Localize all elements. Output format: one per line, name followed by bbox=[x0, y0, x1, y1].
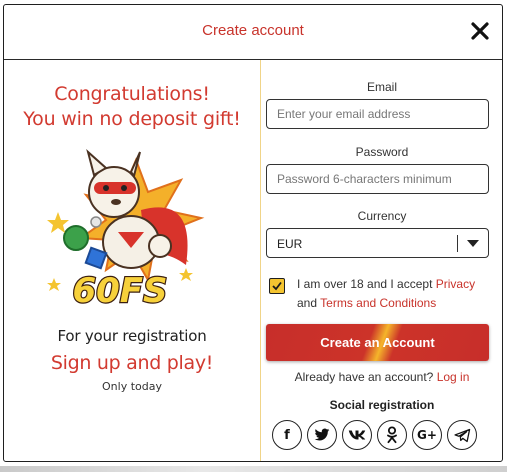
vk-icon bbox=[348, 430, 366, 440]
create-account-modal: Create account Congratulations! You win … bbox=[3, 4, 503, 462]
telegram-icon bbox=[453, 428, 470, 442]
mascot-illustration: 60FS bbox=[47, 149, 205, 310]
promo-subtitle: For your registration bbox=[57, 327, 207, 345]
promo-panel: Congratulations! You win no deposit gift… bbox=[4, 60, 260, 460]
promo-cta: Sign up and play! bbox=[50, 352, 214, 374]
chevron-down-icon bbox=[467, 240, 479, 247]
google-plus-button[interactable]: G+ bbox=[412, 420, 442, 450]
facebook-icon: f bbox=[284, 427, 290, 443]
vk-button[interactable] bbox=[342, 420, 372, 450]
close-button[interactable] bbox=[470, 21, 490, 41]
promo-title-line2: You win no deposit gift! bbox=[23, 108, 241, 130]
terms-prefix: I am over 18 and I accept bbox=[297, 277, 433, 291]
password-label: Password bbox=[355, 145, 409, 159]
twitter-icon bbox=[314, 428, 330, 441]
facebook-button[interactable]: f bbox=[272, 420, 302, 450]
promo-title-line1: Congratulations! bbox=[54, 83, 210, 105]
terms-text: I am over 18 and I accept Privacy and Te… bbox=[297, 275, 497, 313]
login-prompt: Already have an account? Log in bbox=[262, 370, 502, 384]
currency-value: EUR bbox=[277, 237, 303, 251]
login-prompt-text: Already have an account? bbox=[294, 370, 434, 384]
password-field[interactable] bbox=[267, 165, 488, 193]
email-field[interactable] bbox=[267, 100, 488, 128]
create-account-button[interactable]: Create an Account bbox=[266, 324, 489, 361]
vertical-divider bbox=[260, 60, 261, 461]
email-label: Email bbox=[366, 80, 397, 94]
currency-select[interactable]: EUR bbox=[266, 228, 489, 258]
checkmark-icon bbox=[272, 281, 282, 291]
telegram-button[interactable] bbox=[447, 420, 477, 450]
close-icon bbox=[471, 22, 489, 40]
email-field-wrapper bbox=[266, 99, 489, 129]
badge-60fs: 60FS bbox=[72, 271, 167, 310]
google-plus-icon: G+ bbox=[417, 428, 437, 442]
page-background-strip bbox=[0, 466, 507, 472]
odnoklassniki-button[interactable] bbox=[377, 420, 407, 450]
modal-title: Create account bbox=[202, 22, 304, 39]
modal-header: Create account bbox=[4, 5, 502, 60]
promo-title: Congratulations! You win no deposit gift… bbox=[4, 82, 260, 132]
privacy-link[interactable]: Privacy bbox=[436, 277, 475, 291]
registration-form: Email Password Currency EUR I am over 18… bbox=[262, 60, 502, 461]
social-buttons: f G+ bbox=[272, 420, 477, 452]
terms-checkbox[interactable] bbox=[269, 278, 285, 294]
currency-label: Currency bbox=[357, 209, 407, 223]
odnoklassniki-icon bbox=[387, 426, 397, 444]
twitter-button[interactable] bbox=[307, 420, 337, 450]
social-registration-title: Social registration bbox=[329, 398, 435, 412]
terms-and: and bbox=[297, 296, 318, 310]
password-field-wrapper bbox=[266, 164, 489, 194]
login-link[interactable]: Log in bbox=[437, 370, 470, 384]
terms-link[interactable]: Terms and Conditions bbox=[320, 296, 436, 310]
promo-note: Only today bbox=[102, 380, 162, 393]
select-separator bbox=[457, 235, 458, 252]
